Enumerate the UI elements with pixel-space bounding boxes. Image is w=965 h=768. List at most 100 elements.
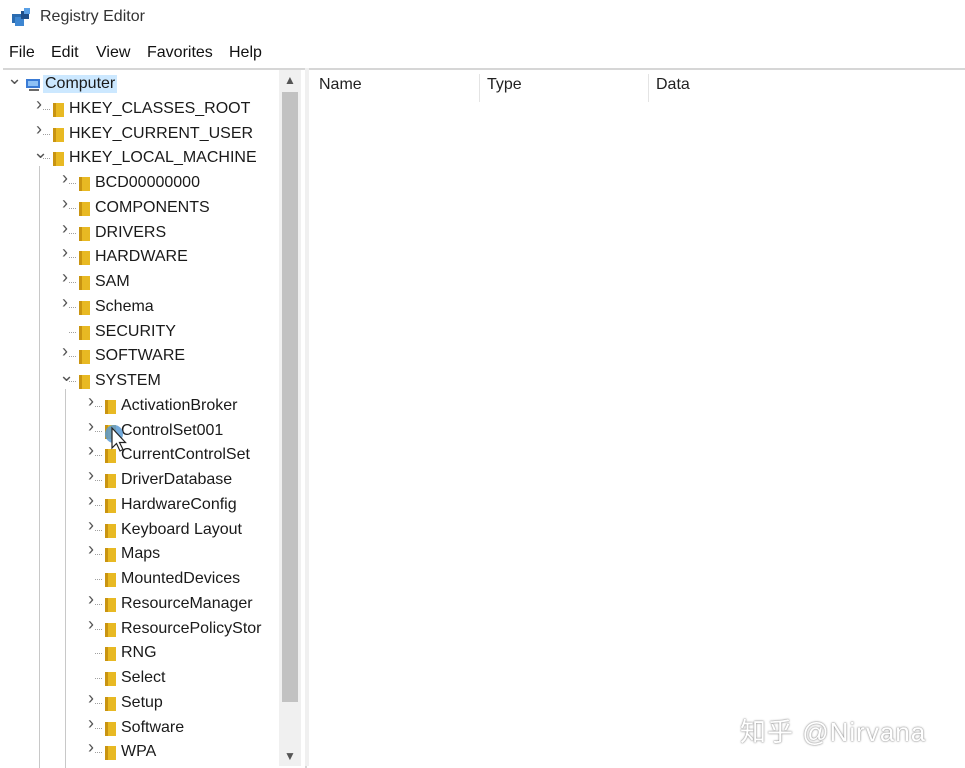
folder-icon (77, 250, 91, 266)
folder-icon (103, 547, 117, 563)
tree-item-label: DRIVERS (93, 224, 168, 242)
tree-item-wpa[interactable]: ›WPA (3, 740, 279, 764)
tree-item-label: SYSTEM (93, 372, 163, 390)
tree-connector (95, 406, 102, 407)
tree-item-label: Setup (119, 694, 165, 712)
folder-icon (77, 325, 91, 341)
tree-connector (95, 604, 102, 605)
tree-connector (69, 282, 76, 283)
tree-item-label: Keyboard Layout (119, 521, 244, 539)
folder-icon (77, 176, 91, 192)
tree-item-software[interactable]: ›SOFTWARE (3, 344, 279, 368)
scroll-up-arrow[interactable]: ▲ (279, 70, 301, 90)
tree-item-label: DriverDatabase (119, 471, 234, 489)
tree-item-hardware[interactable]: ›HARDWARE (3, 245, 279, 269)
chevron-down-icon[interactable]: ⌄ (59, 368, 71, 382)
tree-item-setup[interactable]: ›Setup (3, 691, 279, 715)
menu-help[interactable]: Help (229, 44, 262, 62)
folder-icon (77, 300, 91, 316)
tree-item-label: HKEY_CURRENT_USER (67, 125, 255, 143)
tree-item-activationbroker[interactable]: ›ActivationBroker (3, 394, 279, 418)
column-divider[interactable] (648, 74, 649, 102)
tree-connector (69, 332, 76, 333)
menu-view[interactable]: View (96, 44, 130, 62)
column-header-type[interactable]: Type (487, 76, 522, 94)
scroll-down-arrow[interactable]: ▼ (279, 746, 301, 766)
window-title: Registry Editor (40, 8, 145, 26)
tree-item-controlset001[interactable]: ›ControlSet001 (3, 419, 279, 443)
tree-item-mounteddevices[interactable]: MountedDevices (3, 567, 279, 591)
folder-icon (77, 374, 91, 390)
tree-item-label: MountedDevices (119, 570, 242, 588)
folder-icon (103, 597, 117, 613)
tree-item-currentcontrolset[interactable]: ›CurrentControlSet (3, 443, 279, 467)
tree-connector (69, 381, 76, 382)
chevron-down-icon[interactable]: ⌄ (7, 71, 19, 85)
tree-item-resourcepolicystor[interactable]: ›ResourcePolicyStor (3, 617, 279, 641)
tree-item-maps[interactable]: ›Maps (3, 542, 279, 566)
tree-item-label: CurrentControlSet (119, 446, 252, 464)
tree-item-label: Schema (93, 298, 156, 316)
folder-icon (51, 102, 65, 118)
tree-item-label: HKEY_LOCAL_MACHINE (67, 149, 259, 167)
tree-item-label: RNG (119, 644, 159, 662)
tree-item-rng[interactable]: RNG (3, 641, 279, 665)
tree-item-components[interactable]: ›COMPONENTS (3, 196, 279, 220)
folder-icon (103, 523, 117, 539)
column-header-name[interactable]: Name (319, 76, 362, 94)
tree-item-computer[interactable]: ⌄ Computer (3, 72, 279, 96)
tree-connector (95, 455, 102, 456)
chevron-down-icon[interactable]: ⌄ (33, 145, 45, 159)
tree-item-hardwareconfig[interactable]: ›HardwareConfig (3, 493, 279, 517)
tree-guide-line (65, 389, 66, 768)
tree-connector (95, 554, 102, 555)
key-tree-pane[interactable]: ⌄Computer›HKEY_CLASSES_ROOT›HKEY_CURRENT… (3, 68, 307, 768)
tree-guide-line (39, 166, 40, 768)
menu-edit[interactable]: Edit (51, 44, 79, 62)
tree-item-bcd00000000[interactable]: ›BCD00000000 (3, 171, 279, 195)
tree-item-resourcemanager[interactable]: ›ResourceManager (3, 592, 279, 616)
tree-item-driverdatabase[interactable]: ›DriverDatabase (3, 468, 279, 492)
tree-connector (43, 134, 50, 135)
scroll-thumb[interactable] (282, 92, 298, 702)
tree-item-label: BCD00000000 (93, 174, 202, 192)
folder-icon (77, 275, 91, 291)
tree-item-hkey-classes-root[interactable]: ›HKEY_CLASSES_ROOT (3, 97, 279, 121)
tree-item-schema[interactable]: ›Schema (3, 295, 279, 319)
tree-item-select[interactable]: Select (3, 666, 279, 690)
tree-connector (69, 183, 76, 184)
tree-item-keyboard-layout[interactable]: ›Keyboard Layout (3, 518, 279, 542)
values-list-pane[interactable]: Name Type Data (309, 68, 965, 768)
tree-connector (69, 356, 76, 357)
tree-item-system[interactable]: ⌄ SYSTEM (3, 369, 279, 393)
menu-file[interactable]: File (9, 44, 35, 62)
folder-icon (77, 201, 91, 217)
tree-connector (95, 728, 102, 729)
tree-item-label: HKEY_CLASSES_ROOT (67, 100, 252, 118)
tree-item-hkey-local-machine[interactable]: ⌄ HKEY_LOCAL_MACHINE (3, 146, 279, 170)
computer-icon (25, 77, 43, 93)
tree-connector (95, 752, 102, 753)
tree-item-label: Computer (43, 75, 117, 93)
column-divider[interactable] (479, 74, 480, 102)
tree-item-sam[interactable]: ›SAM (3, 270, 279, 294)
folder-icon (103, 572, 117, 588)
tree-item-label: Select (119, 669, 167, 687)
registry-editor-icon (11, 8, 33, 28)
menu-favorites[interactable]: Favorites (147, 44, 213, 62)
tree-scrollbar[interactable]: ▲ ▼ (279, 70, 301, 766)
tree-item-software[interactable]: ›Software (3, 716, 279, 740)
tree-connector (95, 703, 102, 704)
tree-connector (95, 431, 102, 432)
folder-icon (77, 349, 91, 365)
tree-connector (95, 653, 102, 654)
tree-connector (95, 480, 102, 481)
tree-connector (95, 678, 102, 679)
tree-item-label: ResourcePolicyStor (119, 620, 264, 638)
tree-item-drivers[interactable]: ›DRIVERS (3, 221, 279, 245)
tree-item-security[interactable]: SECURITY (3, 320, 279, 344)
column-header-data[interactable]: Data (656, 76, 690, 94)
watermark: 知乎 @Nirvana (740, 712, 926, 749)
folder-icon (103, 646, 117, 662)
folder-icon (103, 622, 117, 638)
